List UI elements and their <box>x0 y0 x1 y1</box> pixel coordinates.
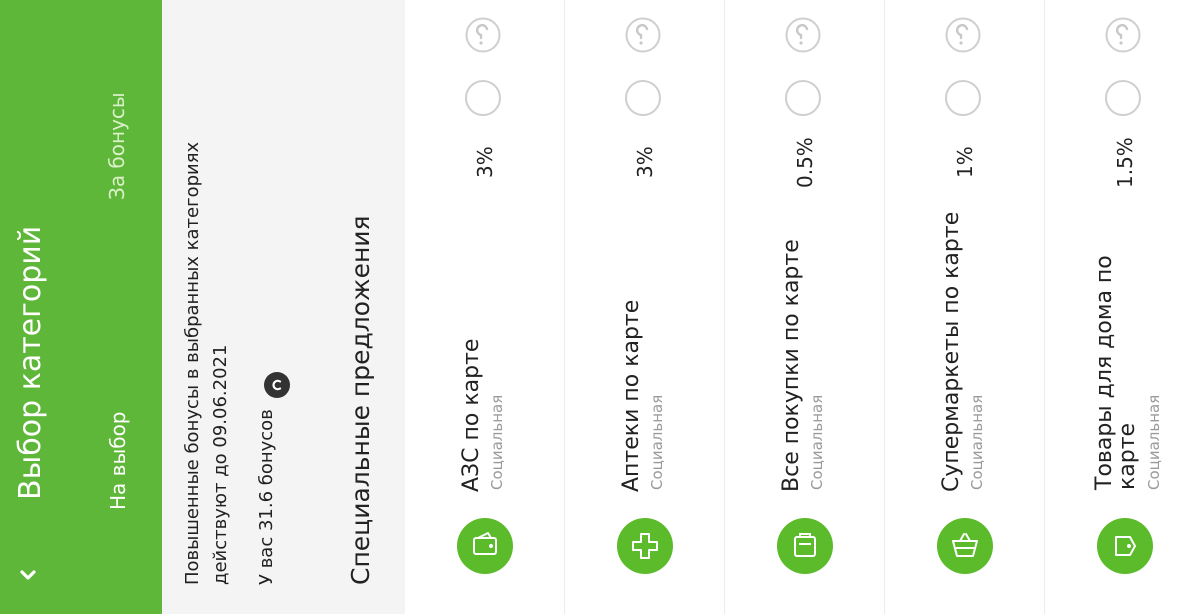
header-bar: Выбор категорий На выбор За бонусы <box>0 0 162 614</box>
category-type: Социальная <box>968 394 986 490</box>
category-name: Аптеки по карте <box>619 299 644 492</box>
help-icon[interactable] <box>625 17 661 53</box>
category-name: Супермаркеты по карте <box>939 211 964 492</box>
help-icon[interactable] <box>945 17 981 53</box>
category-column[interactable]: 1% Супермаркеты по карте Социальная <box>885 0 1045 614</box>
category-type: Социальная <box>648 394 666 490</box>
category-radio[interactable] <box>785 80 821 116</box>
category-type: Социальная <box>808 394 826 490</box>
info-panel: Повышенные бонусы в выбранных категориях… <box>162 0 405 614</box>
help-icon[interactable] <box>1105 17 1141 53</box>
page-title: Выбор категорий <box>13 225 48 500</box>
category-name: АЗС по карте <box>459 338 484 492</box>
bonus-percent: 0.5% <box>793 137 817 188</box>
bonus-percent: 3% <box>633 146 657 178</box>
tab-choice[interactable]: На выбор <box>106 412 130 511</box>
bonus-percent: 1.5% <box>1113 137 1137 188</box>
purchases-icon <box>777 518 833 574</box>
category-radio[interactable] <box>945 80 981 116</box>
help-icon[interactable] <box>785 17 821 53</box>
info-text-line1: Повышенные бонусы в выбранных категориях <box>182 141 203 585</box>
home-goods-icon <box>1097 518 1153 574</box>
special-offers-title: Специальные предложения <box>346 215 375 585</box>
bonus-percent: 1% <box>953 146 977 178</box>
help-icon[interactable] <box>465 17 501 53</box>
category-column[interactable]: 1.5% Товары для дома по карте Социальная <box>1045 0 1200 614</box>
category-name: Все покупки по карте <box>779 239 804 492</box>
category-type: Социальная <box>1145 394 1163 490</box>
bonus-percent: 3% <box>473 146 497 178</box>
pharmacy-cross-icon <box>617 518 673 574</box>
category-column[interactable]: 3% Аптеки по карте Социальная <box>565 0 725 614</box>
category-radio[interactable] <box>1105 80 1141 116</box>
info-text-line2: действуют до 09.06.2021 <box>210 344 231 585</box>
fuel-wallet-icon <box>457 518 513 574</box>
back-button[interactable] <box>10 558 46 594</box>
bonus-coin-icon <box>264 372 290 398</box>
category-column[interactable]: 3% АЗС по карте Социальная <box>405 0 565 614</box>
category-type: Социальная <box>488 394 506 490</box>
bonus-balance: У вас 31.6 бонусов <box>256 409 277 585</box>
category-radio[interactable] <box>465 80 501 116</box>
tab-bonus[interactable]: За бонусы <box>105 92 129 200</box>
basket-icon <box>937 518 993 574</box>
category-name: Товары для дома по карте <box>1092 255 1141 490</box>
category-column[interactable]: 0.5% Все покупки по карте Социальная <box>725 0 885 614</box>
chevron-left-icon <box>20 570 36 580</box>
category-radio[interactable] <box>625 80 661 116</box>
